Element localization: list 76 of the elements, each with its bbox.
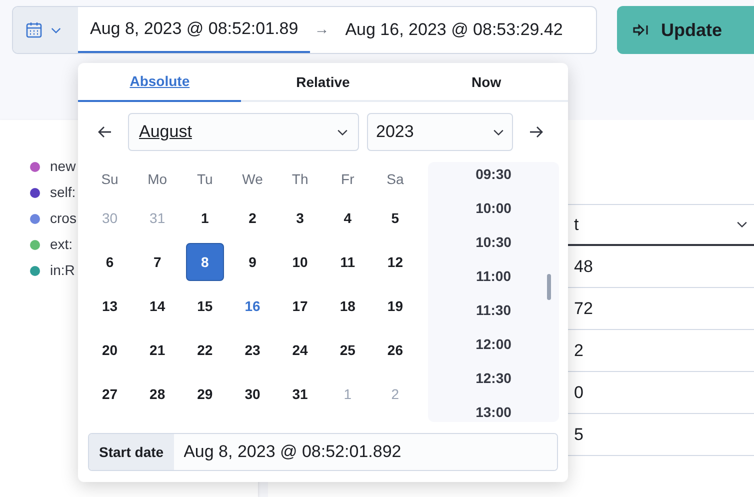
day-button[interactable]: 25 bbox=[328, 331, 367, 369]
arrow-text: → bbox=[313, 20, 330, 40]
day-button[interactable]: 12 bbox=[376, 243, 414, 281]
time-option[interactable]: 10:30 bbox=[468, 233, 520, 251]
weekday-label: Fr bbox=[340, 170, 356, 188]
day-button[interactable]: 1 bbox=[186, 199, 224, 237]
scrollbar-thumb[interactable] bbox=[547, 274, 551, 300]
time-option[interactable]: 11:00 bbox=[468, 267, 520, 285]
table-cell-text: 5 bbox=[574, 424, 584, 446]
calendar-icon bbox=[25, 21, 43, 39]
day-button[interactable]: 31 bbox=[281, 375, 320, 413]
day-button[interactable]: 10 bbox=[281, 243, 320, 281]
chevron-down-icon bbox=[51, 26, 61, 34]
weekday-label: Mo bbox=[146, 170, 168, 188]
legend-label: ext: bbox=[50, 235, 73, 254]
tab[interactable]: Now bbox=[404, 63, 568, 102]
arrow-right-icon bbox=[529, 126, 543, 138]
day-button[interactable]: 22 bbox=[186, 331, 224, 369]
weekday-label: Sa bbox=[386, 170, 405, 188]
refresh-arrow-icon bbox=[633, 24, 649, 36]
start-date-button[interactable]: Aug 8, 2023 @ 08:52:01.89 bbox=[78, 7, 310, 53]
day-button[interactable]: 9 bbox=[233, 243, 272, 281]
tab[interactable]: Relative bbox=[241, 63, 405, 102]
time-option[interactable]: 10:00 bbox=[468, 199, 520, 217]
tab[interactable]: Absolute bbox=[78, 63, 242, 102]
year-select[interactable]: 2023 bbox=[367, 113, 513, 151]
day-button[interactable]: 21 bbox=[138, 331, 176, 369]
day-button[interactable]: 16 bbox=[233, 287, 272, 325]
end-date-button[interactable]: Aug 16, 2023 @ 08:53:29.42 bbox=[333, 7, 575, 53]
weekday-label: Tu bbox=[196, 170, 214, 188]
month-select[interactable]: August bbox=[128, 113, 359, 151]
day-button[interactable]: 19 bbox=[376, 287, 414, 325]
weekday-label: Su bbox=[100, 170, 120, 188]
day-button[interactable]: 5 bbox=[376, 199, 414, 237]
legend-label: in:R bbox=[50, 261, 75, 280]
weekday-label: Th bbox=[290, 170, 310, 188]
day-button[interactable]: 27 bbox=[90, 375, 129, 413]
day-button[interactable]: 3 bbox=[281, 199, 320, 237]
time-option[interactable]: 11:30 bbox=[468, 301, 520, 319]
day-button[interactable]: 2 bbox=[233, 199, 272, 237]
day-button[interactable]: 30 bbox=[233, 375, 272, 413]
update-button[interactable]: Update bbox=[617, 6, 754, 54]
table-cell-text: 48 bbox=[574, 256, 593, 278]
weekday-label: We bbox=[241, 170, 264, 188]
time-option[interactable]: 13:00 bbox=[468, 403, 520, 421]
day-button[interactable]: 29 bbox=[186, 375, 224, 413]
day-button[interactable]: 14 bbox=[138, 287, 176, 325]
legend-label: self: bbox=[50, 183, 76, 202]
calendar-dropdown-button[interactable] bbox=[13, 7, 78, 53]
day-button[interactable]: 26 bbox=[376, 331, 414, 369]
day-button[interactable]: 4 bbox=[328, 199, 367, 237]
legend-label: new bbox=[50, 157, 76, 176]
time-option[interactable]: 09:30 bbox=[468, 165, 520, 183]
day-button[interactable]: 6 bbox=[90, 243, 129, 281]
day-button[interactable]: 28 bbox=[138, 375, 176, 413]
arrow-left-icon bbox=[98, 126, 112, 138]
day-button[interactable]: 13 bbox=[90, 287, 129, 325]
day-button[interactable]: 15 bbox=[186, 287, 224, 325]
chevron-down-icon bbox=[493, 128, 504, 136]
day-button[interactable]: 24 bbox=[281, 331, 320, 369]
table-cell-text: 2 bbox=[574, 340, 584, 362]
day-button[interactable]: 20 bbox=[90, 331, 129, 369]
day-button[interactable]: 8 bbox=[186, 243, 224, 281]
chevron-down-icon bbox=[337, 128, 348, 136]
time-option[interactable]: 12:30 bbox=[468, 369, 520, 387]
table-cell-text: 0 bbox=[574, 382, 584, 404]
chevron-down-icon bbox=[736, 221, 748, 228]
day-button[interactable]: 17 bbox=[281, 287, 320, 325]
day-button[interactable]: 11 bbox=[328, 243, 367, 281]
table-cell-text: 72 bbox=[574, 298, 593, 320]
day-button[interactable]: 7 bbox=[138, 243, 176, 281]
day-button[interactable]: 23 bbox=[233, 331, 272, 369]
legend-label: cros bbox=[50, 209, 76, 228]
column-header: t bbox=[574, 214, 579, 236]
time-option[interactable]: 12:00 bbox=[468, 335, 520, 353]
day-button[interactable]: 18 bbox=[328, 287, 367, 325]
